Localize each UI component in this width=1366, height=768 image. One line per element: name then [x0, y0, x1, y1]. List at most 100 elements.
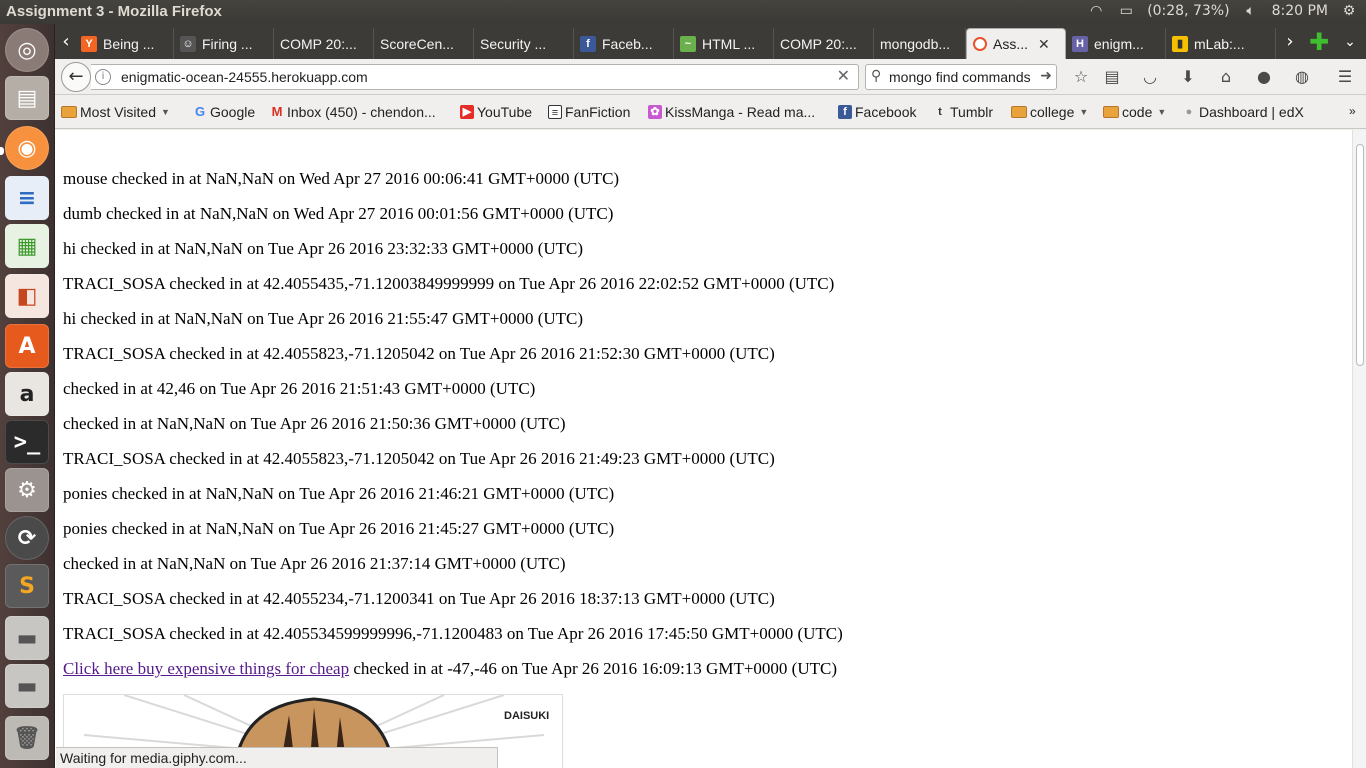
search-query[interactable]: mongo find commands: [889, 69, 1031, 85]
software-center-icon[interactable]: A: [5, 324, 49, 368]
writer-icon[interactable]: ≡: [5, 176, 49, 220]
pocket-icon[interactable]: ◡: [1140, 67, 1160, 87]
tab-label: Ass...: [993, 36, 1029, 52]
tab[interactable]: ~ HTML ...: [674, 28, 774, 59]
tab[interactable]: H enigm...: [1066, 28, 1166, 59]
tab-list-icon[interactable]: ⌄: [1341, 30, 1359, 54]
tab-scroll-right-icon[interactable]: ›: [1281, 30, 1299, 54]
facebook-icon: f: [838, 105, 852, 119]
gmail-icon: M: [271, 104, 283, 119]
spam-link[interactable]: Click here buy expensive things for chea…: [63, 659, 349, 678]
files-icon[interactable]: ▤: [5, 76, 49, 120]
terminal-icon[interactable]: >_: [5, 420, 49, 464]
fanfiction-icon: ≡: [548, 105, 562, 119]
checkin-entry: dumb checked in at NaN,NaN on Wed Apr 27…: [63, 204, 613, 224]
bookmark-edx[interactable]: ● Dashboard | edX: [1182, 104, 1304, 120]
back-button[interactable]: ←: [61, 62, 91, 92]
bookmark-inbox[interactable]: M Inbox (450) - chendon...: [270, 104, 436, 120]
folder-icon: [1103, 106, 1119, 118]
drive-icon[interactable]: ▬: [5, 664, 49, 708]
settings-icon[interactable]: ⚙: [5, 468, 49, 512]
page-content: mouse checked in at NaN,NaN on Wed Apr 2…: [55, 130, 1352, 768]
volume-icon[interactable]: 🔈︎: [1242, 3, 1260, 19]
url-bar[interactable]: i enigmatic-ocean-24555.herokuapp.com ✕: [91, 64, 859, 90]
home-icon[interactable]: ⌂: [1216, 67, 1236, 87]
dash-icon[interactable]: ◎: [5, 28, 49, 72]
facebook-icon: f: [580, 35, 596, 52]
bookmark-label: YouTube: [477, 104, 533, 120]
chevron-down-icon: ▼: [1157, 107, 1167, 117]
bookmark-folder-code[interactable]: code ▼: [1103, 104, 1166, 120]
reading-list-icon[interactable]: ▤: [1102, 67, 1122, 87]
hello-icon[interactable]: ●: [1254, 67, 1274, 87]
bookmark-kissmanga[interactable]: ✿ KissManga - Read ma...: [648, 104, 815, 120]
bookmark-facebook[interactable]: f Facebook: [838, 104, 916, 120]
bookmark-folder-college[interactable]: college ▼: [1011, 104, 1088, 120]
trash-icon[interactable]: 🗑︎: [5, 716, 49, 760]
bookmark-label: Tumblr: [950, 104, 994, 120]
checkin-user: hi: [63, 309, 77, 328]
drive-icon[interactable]: ▬: [5, 616, 49, 660]
bookmark-fanfiction[interactable]: ≡ FanFiction: [548, 104, 630, 120]
site-info-icon[interactable]: i: [95, 69, 111, 85]
gear-icon[interactable]: ⚙: [1340, 3, 1358, 19]
tab-label: Faceb...: [602, 35, 653, 52]
menu-icon[interactable]: ☰: [1335, 67, 1355, 87]
extension-icon[interactable]: ◍: [1292, 67, 1312, 87]
calc-icon[interactable]: ▦: [5, 224, 49, 268]
checkin-entry: checked in at 42,46 on Tue Apr 26 2016 2…: [63, 379, 535, 399]
downloads-icon[interactable]: ⬇: [1178, 67, 1198, 87]
url-text[interactable]: enigmatic-ocean-24555.herokuapp.com: [121, 69, 368, 85]
scrollbar-thumb[interactable]: [1356, 144, 1364, 366]
checkin-user: TRACI_SOSA: [63, 624, 166, 643]
updater-icon[interactable]: ⟳: [5, 516, 49, 560]
bookmark-tumblr[interactable]: t Tumblr: [933, 104, 993, 120]
checkin-text: checked in at 42,46 on Tue Apr 26 2016 2…: [63, 379, 536, 398]
tab[interactable]: COMP 20:...: [274, 28, 374, 59]
stop-icon[interactable]: ✕: [837, 66, 850, 85]
checkin-text: checked in at 42.4055435,-71.12003849999…: [165, 274, 835, 293]
battery-status[interactable]: (0:28, 73%): [1147, 3, 1229, 19]
checkin-entry: hi checked in at NaN,NaN on Tue Apr 26 2…: [63, 309, 583, 329]
sublime-icon[interactable]: S: [5, 564, 49, 608]
tab[interactable]: ☺ Firing ...: [174, 28, 274, 59]
tab[interactable]: Security ...: [474, 28, 574, 59]
running-indicator: [0, 147, 4, 155]
bookmarks-overflow-icon[interactable]: »: [1349, 104, 1356, 118]
bookmark-star-icon[interactable]: ☆: [1071, 67, 1091, 87]
google-icon: G: [194, 104, 206, 119]
bookmark-youtube[interactable]: ▶ YouTube: [460, 104, 532, 120]
battery-icon[interactable]: ▭: [1117, 3, 1135, 19]
tab-label: ScoreCen...: [380, 35, 454, 52]
checkin-entry: ponies checked in at NaN,NaN on Tue Apr …: [63, 519, 614, 539]
tab[interactable]: ▮ mLab:...: [1166, 28, 1276, 59]
checkin-user: TRACI_SOSA: [63, 274, 166, 293]
checkin-text: checked in at NaN,NaN on Tue Apr 26 2016…: [76, 309, 584, 328]
new-tab-icon[interactable]: ✚: [1309, 30, 1329, 54]
tab-scroll-left-icon[interactable]: ‹: [57, 30, 75, 54]
impress-icon[interactable]: ◧: [5, 274, 49, 318]
amazon-icon[interactable]: a: [5, 372, 49, 416]
bookmark-label: Most Visited: [80, 104, 156, 120]
search-go-icon[interactable]: ➜: [1040, 68, 1052, 84]
clock[interactable]: 8:20 PM: [1272, 3, 1328, 19]
bookmark-most-visited[interactable]: Most Visited ▼: [61, 104, 170, 120]
wifi-icon[interactable]: ◠: [1087, 3, 1105, 19]
tab[interactable]: f Faceb...: [574, 28, 674, 59]
firefox-icon[interactable]: ◉: [5, 126, 49, 170]
bookmark-label: FanFiction: [565, 104, 631, 120]
checkin-text: checked in at NaN,NaN on Tue Apr 26 2016…: [107, 484, 615, 503]
vertical-scrollbar[interactable]: [1352, 130, 1366, 768]
tab[interactable]: COMP 20:...: [774, 28, 874, 59]
search-bar[interactable]: ⚲ mongo find commands ➜: [865, 64, 1057, 90]
tab[interactable]: mongodb...: [874, 28, 966, 59]
tab-active[interactable]: Ass... ✕: [966, 28, 1066, 59]
bookmark-google[interactable]: G Google: [193, 104, 255, 120]
folder-icon: [1011, 106, 1027, 118]
tab-label: enigm...: [1094, 35, 1144, 52]
close-icon[interactable]: ✕: [1038, 36, 1050, 53]
tab-favicon-icon: ☺: [180, 35, 196, 52]
tab[interactable]: Y Being ...: [75, 28, 174, 59]
checkin-text: checked in at NaN,NaN on Tue Apr 26 2016…: [107, 519, 615, 538]
tab[interactable]: ScoreCen...: [374, 28, 474, 59]
